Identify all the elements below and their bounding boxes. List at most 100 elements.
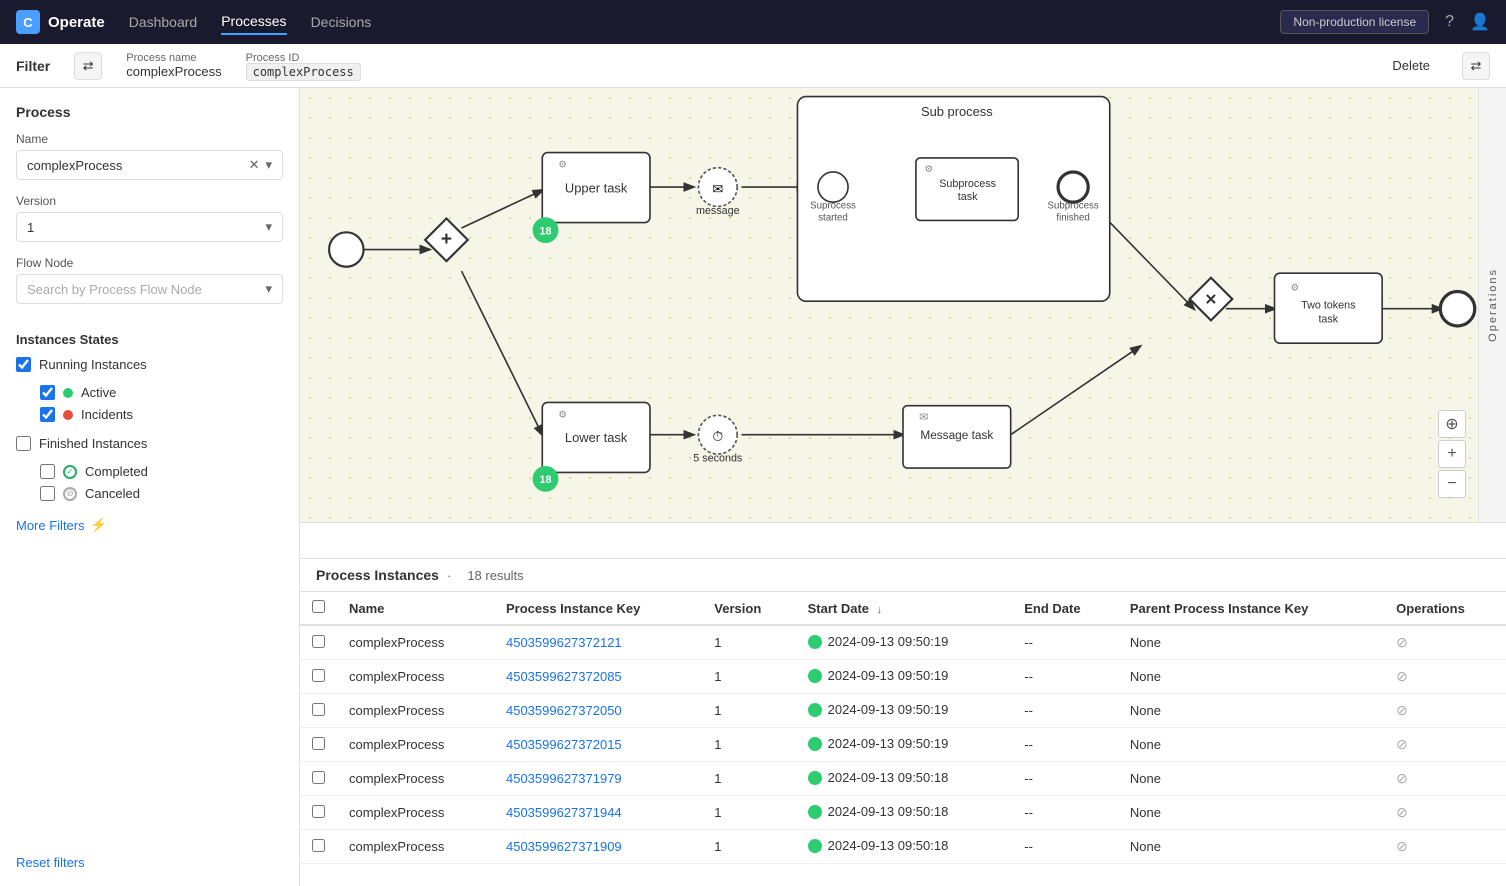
row-start-date: 2024-09-13 09:50:19: [796, 694, 1013, 725]
zoom-in-button[interactable]: +: [1438, 440, 1466, 468]
row-version: 1: [702, 625, 795, 660]
row-key[interactable]: 4503599627371979: [494, 762, 702, 796]
th-start-date[interactable]: Start Date ↓: [796, 592, 1013, 625]
filter-toggle-icon[interactable]: ⇄: [74, 52, 102, 80]
operations-side-label: Operations: [1487, 268, 1499, 342]
canceled-checkbox[interactable]: ⊘ Canceled: [40, 486, 283, 501]
table-wrapper[interactable]: Name Process Instance Key Version Start …: [300, 592, 1506, 886]
row-operations[interactable]: ⊘: [1384, 762, 1506, 796]
row-key[interactable]: 4503599627372050: [494, 694, 702, 728]
cancel-operation-icon[interactable]: ⊘: [1396, 804, 1408, 820]
row-checkbox-cell[interactable]: [300, 694, 337, 728]
cancel-operation-icon[interactable]: ⊘: [1396, 770, 1408, 786]
help-icon[interactable]: ?: [1445, 13, 1454, 31]
svg-text:Suprocess: Suprocess: [810, 201, 856, 212]
nav-processes[interactable]: Processes: [221, 9, 286, 35]
row-checkbox[interactable]: [312, 669, 325, 682]
zoom-out-button[interactable]: −: [1438, 470, 1466, 498]
status-indicator: [808, 703, 822, 717]
completed-check[interactable]: [40, 464, 55, 479]
version-dropdown-icon[interactable]: ▾: [265, 219, 272, 235]
row-checkbox[interactable]: [312, 771, 325, 784]
row-operations[interactable]: ⊘: [1384, 796, 1506, 830]
row-operations[interactable]: ⊘: [1384, 694, 1506, 728]
select-all-checkbox[interactable]: [312, 600, 325, 613]
incidents-check[interactable]: [40, 407, 55, 422]
running-instances-check[interactable]: [16, 357, 31, 372]
row-checkbox-cell[interactable]: [300, 796, 337, 830]
dropdown-icon[interactable]: ▾: [265, 157, 272, 173]
svg-text:Subprocess: Subprocess: [939, 178, 996, 190]
svg-text:Two tokens: Two tokens: [1301, 300, 1355, 312]
row-operations[interactable]: ⊘: [1384, 728, 1506, 762]
cancel-operation-icon[interactable]: ⊘: [1396, 838, 1408, 854]
flow-node-dropdown-icon[interactable]: ▾: [265, 281, 272, 297]
row-checkbox-cell[interactable]: [300, 660, 337, 694]
completed-checkbox[interactable]: ✓ Completed: [40, 464, 283, 479]
row-checkbox[interactable]: [312, 839, 325, 852]
name-input[interactable]: complexProcess ✕ ▾: [16, 150, 283, 180]
row-key[interactable]: 4503599627372015: [494, 728, 702, 762]
active-check[interactable]: [40, 385, 55, 400]
operations-side-panel[interactable]: Operations: [1478, 88, 1506, 522]
bpmn-svg: + ⚙ Upper task 18 ✉ message Sub process: [300, 88, 1506, 519]
nav-dashboard[interactable]: Dashboard: [129, 10, 198, 34]
start-event[interactable]: [329, 232, 363, 266]
row-key[interactable]: 4503599627371909: [494, 830, 702, 864]
row-end-date: --: [1012, 796, 1118, 830]
version-select[interactable]: 1 ▾: [16, 212, 283, 242]
nav-decisions[interactable]: Decisions: [311, 10, 372, 34]
row-checkbox-cell[interactable]: [300, 762, 337, 796]
row-checkbox[interactable]: [312, 635, 325, 648]
th-process-key: Process Instance Key: [494, 592, 702, 625]
bpmn-diagram[interactable]: + ⚙ Upper task 18 ✉ message Sub process: [300, 88, 1506, 523]
row-checkbox-cell[interactable]: [300, 728, 337, 762]
zoom-reset-button[interactable]: ⊕: [1438, 410, 1466, 438]
active-checkbox[interactable]: Active: [40, 385, 283, 400]
cancel-operation-icon[interactable]: ⊘: [1396, 702, 1408, 718]
right-content: + ⚙ Upper task 18 ✉ message Sub process: [300, 88, 1506, 886]
row-checkbox[interactable]: [312, 737, 325, 750]
cancel-operation-icon[interactable]: ⊘: [1396, 668, 1408, 684]
row-key[interactable]: 4503599627372085: [494, 660, 702, 694]
svg-text:⚙: ⚙: [1291, 282, 1300, 293]
instance-key-link[interactable]: 4503599627371979: [506, 771, 622, 786]
instance-key-link[interactable]: 4503599627371909: [506, 839, 622, 854]
canceled-check[interactable]: [40, 486, 55, 501]
instance-key-link[interactable]: 4503599627371944: [506, 805, 622, 820]
select-all-th[interactable]: [300, 592, 337, 625]
flow-node-form-group: Flow Node Search by Process Flow Node ▾: [16, 256, 283, 304]
reset-filters-button[interactable]: Reset filters: [16, 839, 283, 870]
status-indicator: [808, 771, 822, 785]
incidents-checkbox[interactable]: Incidents: [40, 407, 283, 422]
row-key[interactable]: 4503599627371944: [494, 796, 702, 830]
row-checkbox[interactable]: [312, 703, 325, 716]
cancel-operation-icon[interactable]: ⊘: [1396, 634, 1408, 650]
clear-icon[interactable]: ✕: [249, 157, 260, 173]
more-filters-button[interactable]: More Filters ⚡: [16, 517, 283, 533]
zoom-controls: ⊕ + −: [1438, 410, 1466, 498]
running-instances-checkbox[interactable]: Running Instances: [16, 357, 283, 372]
instance-key-link[interactable]: 4503599627372121: [506, 635, 622, 650]
user-icon[interactable]: 👤: [1470, 12, 1490, 32]
instance-key-link[interactable]: 4503599627372050: [506, 703, 622, 718]
version-label: Version: [16, 194, 283, 208]
row-operations[interactable]: ⊘: [1384, 625, 1506, 660]
row-checkbox-cell[interactable]: [300, 830, 337, 864]
cancel-operation-icon[interactable]: ⊘: [1396, 736, 1408, 752]
finished-instances-checkbox[interactable]: Finished Instances: [16, 436, 283, 451]
instance-key-link[interactable]: 4503599627372085: [506, 669, 622, 684]
row-checkbox[interactable]: [312, 805, 325, 818]
instance-key-link[interactable]: 4503599627372015: [506, 737, 622, 752]
row-checkbox-cell[interactable]: [300, 625, 337, 660]
operations-toggle[interactable]: ⇄: [1462, 52, 1490, 80]
row-key[interactable]: 4503599627372121: [494, 625, 702, 660]
name-label: Name: [16, 132, 283, 146]
flow-node-select[interactable]: Search by Process Flow Node ▾: [16, 274, 283, 304]
delete-button[interactable]: Delete: [1392, 58, 1430, 73]
row-operations[interactable]: ⊘: [1384, 660, 1506, 694]
row-operations[interactable]: ⊘: [1384, 830, 1506, 864]
finished-instances-check[interactable]: [16, 436, 31, 451]
svg-text:18: 18: [540, 474, 552, 486]
active-label: Active: [81, 385, 116, 400]
